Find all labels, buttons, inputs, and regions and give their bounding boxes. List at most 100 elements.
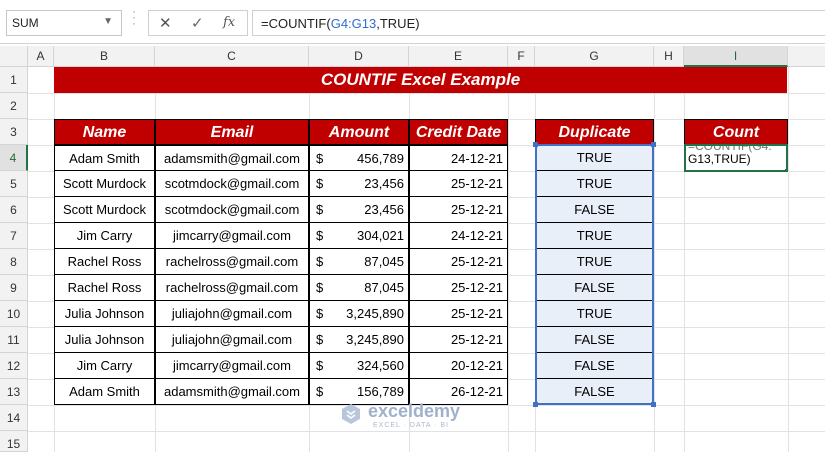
cell-duplicate[interactable]: FALSE [535, 379, 654, 405]
cell-name[interactable]: Scott Murdock [54, 197, 155, 223]
table-header-name[interactable]: Name [54, 119, 155, 145]
cell-credit-date[interactable]: 20-12-21 [409, 353, 508, 379]
cell-duplicate[interactable]: TRUE [535, 249, 654, 275]
currency-symbol: $ [316, 176, 324, 191]
select-all-corner[interactable] [0, 46, 28, 67]
fx-icon[interactable]: fx [223, 15, 235, 30]
drag-handle-icon[interactable]: · · · [131, 5, 137, 29]
row-header-3[interactable]: 3 [0, 119, 28, 145]
cell-name[interactable]: Julia Johnson [54, 301, 155, 327]
cell-amount[interactable]: $3,245,890 [309, 327, 409, 353]
cell-name[interactable]: Jim Carry [54, 223, 155, 249]
cell-credit-date[interactable]: 25-12-21 [409, 197, 508, 223]
row-header-7[interactable]: 7 [0, 223, 28, 249]
currency-symbol: $ [316, 306, 324, 321]
cell-duplicate[interactable]: FALSE [535, 197, 654, 223]
cell-email[interactable]: juliajohn@gmail.com [155, 301, 309, 327]
row-header-2[interactable]: 2 [0, 93, 28, 119]
cell-duplicate[interactable]: FALSE [535, 353, 654, 379]
row-header-11[interactable]: 11 [0, 327, 28, 353]
col-header-d[interactable]: D [309, 46, 409, 67]
col-header-b[interactable]: B [54, 46, 155, 67]
count-header[interactable]: Count [684, 119, 788, 145]
cell-duplicate[interactable]: FALSE [535, 327, 654, 353]
row-header-1[interactable]: 1 [0, 67, 28, 93]
cell-name[interactable]: Rachel Ross [54, 249, 155, 275]
cell-name[interactable]: Jim Carry [54, 353, 155, 379]
col-header-a[interactable]: A [28, 46, 54, 67]
col-header-h[interactable]: H [654, 46, 684, 67]
row-header-4[interactable]: 4 [0, 145, 28, 171]
row-header-14[interactable]: 14 [0, 405, 28, 431]
cell-name[interactable]: Adam Smith [54, 145, 155, 171]
cell-credit-date[interactable]: 25-12-21 [409, 327, 508, 353]
cell-name[interactable]: Julia Johnson [54, 327, 155, 353]
sheet-title[interactable]: COUNTIF Excel Example [54, 67, 787, 93]
cell-credit-date[interactable]: 25-12-21 [409, 301, 508, 327]
cell-duplicate[interactable]: FALSE [535, 275, 654, 301]
cell-credit-date[interactable]: 24-12-21 [409, 145, 508, 171]
table-header-email[interactable]: Email [155, 119, 309, 145]
row-header-10[interactable]: 10 [0, 301, 28, 327]
cell-duplicate[interactable]: TRUE [535, 301, 654, 327]
fill-handle[interactable] [784, 168, 786, 170]
row-header-9[interactable]: 9 [0, 275, 28, 301]
formula-input[interactable]: =COUNTIF(G4:G13,TRUE) [252, 10, 825, 36]
formula-text: =COUNTIF(G4:G13,TRUE) [261, 16, 420, 31]
row-header-5[interactable]: 5 [0, 171, 28, 197]
cell-duplicate[interactable]: TRUE [535, 223, 654, 249]
duplicate-header[interactable]: Duplicate [535, 119, 654, 145]
col-header-e[interactable]: E [409, 46, 508, 67]
cell-email[interactable]: scotmdock@gmail.com [155, 197, 309, 223]
row-header-8[interactable]: 8 [0, 249, 28, 275]
cell-amount[interactable]: $304,021 [309, 223, 409, 249]
cell-credit-date[interactable]: 25-12-21 [409, 275, 508, 301]
cell-amount[interactable]: $23,456 [309, 197, 409, 223]
cell-duplicate[interactable]: TRUE [535, 145, 654, 171]
cell-amount[interactable]: $456,789 [309, 145, 409, 171]
col-header-j[interactable] [788, 46, 825, 67]
cell-duplicate[interactable]: TRUE [535, 171, 654, 197]
cell-credit-date[interactable]: 25-12-21 [409, 171, 508, 197]
cell-email[interactable]: rachelross@gmail.com [155, 275, 309, 301]
col-header-c[interactable]: C [155, 46, 309, 67]
name-box[interactable]: SUM ▼ [6, 10, 122, 36]
row-header-13[interactable]: 13 [0, 379, 28, 405]
col-header-f[interactable]: F [508, 46, 535, 67]
cancel-icon[interactable]: ✕ [159, 14, 172, 32]
cell-amount[interactable]: $87,045 [309, 275, 409, 301]
col-header-i[interactable]: I [684, 46, 788, 67]
table-header-amount[interactable]: Amount [309, 119, 409, 145]
row-header-15[interactable]: 15 [0, 431, 28, 452]
cell-email[interactable]: jimcarry@gmail.com [155, 223, 309, 249]
amount-value: 87,045 [364, 254, 404, 269]
amount-value: 304,021 [357, 228, 404, 243]
currency-symbol: $ [316, 202, 324, 217]
cell-credit-date[interactable]: 24-12-21 [409, 223, 508, 249]
row-header-12[interactable]: 12 [0, 353, 28, 379]
cell-email[interactable]: adamsmith@gmail.com [155, 145, 309, 171]
cell-email[interactable]: juliajohn@gmail.com [155, 327, 309, 353]
exceldemy-logo-icon [342, 404, 360, 424]
cell-email[interactable]: scotmdock@gmail.com [155, 171, 309, 197]
cell-credit-date[interactable]: 25-12-21 [409, 249, 508, 275]
cell-amount[interactable]: $87,045 [309, 249, 409, 275]
cell-amount[interactable]: $324,560 [309, 353, 409, 379]
cell-name[interactable]: Scott Murdock [54, 171, 155, 197]
chevron-down-icon[interactable]: ▼ [103, 16, 113, 27]
cell-edit-line-2: G13,TRUE) [688, 152, 751, 166]
cell-amount[interactable]: $3,245,890 [309, 301, 409, 327]
enter-icon[interactable]: ✓ [191, 14, 204, 32]
cell-name[interactable]: Rachel Ross [54, 275, 155, 301]
table-header-credit-date[interactable]: Credit Date [409, 119, 508, 145]
cell-email[interactable]: rachelross@gmail.com [155, 249, 309, 275]
cell-email[interactable]: adamsmith@gmail.com [155, 379, 309, 405]
col-header-g[interactable]: G [535, 46, 654, 67]
cell-amount[interactable]: $23,456 [309, 171, 409, 197]
active-cell-i4[interactable]: =COUNTIF(G4: G13,TRUE) [684, 144, 788, 172]
currency-symbol: $ [316, 151, 324, 166]
cell-email[interactable]: jimcarry@gmail.com [155, 353, 309, 379]
row-header-6[interactable]: 6 [0, 197, 28, 223]
gridline [28, 431, 825, 432]
cell-name[interactable]: Adam Smith [54, 379, 155, 405]
